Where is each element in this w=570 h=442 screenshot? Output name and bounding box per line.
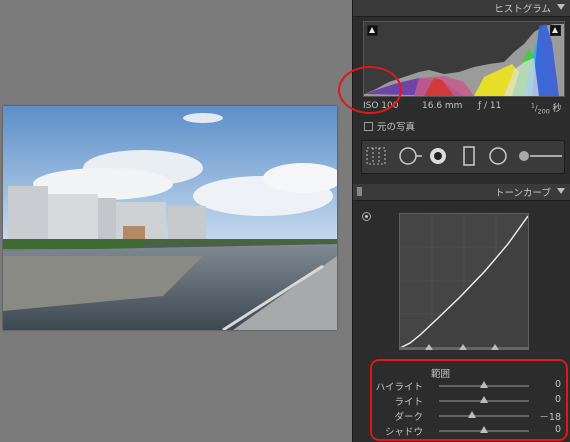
highlight-clipping-toggle[interactable] xyxy=(550,25,561,36)
range-highlight-annotation xyxy=(370,359,568,441)
clipping-triangle-icon xyxy=(369,27,375,33)
photo-preview[interactable] xyxy=(3,106,337,330)
tone-curve-panel-header[interactable]: トーンカーブ xyxy=(353,184,570,201)
shutter-numerator: 1 xyxy=(531,102,535,110)
shutter-denominator: 200 xyxy=(537,107,550,116)
panel-switch-icon[interactable] xyxy=(357,187,362,196)
aperture-value: ƒ / 11 xyxy=(478,101,502,111)
split-point-mid-handle[interactable] xyxy=(459,344,467,350)
tool-strip xyxy=(361,140,565,174)
original-photo-checkbox[interactable] xyxy=(364,122,373,131)
original-photo-label: 元の写真 xyxy=(377,122,416,133)
shutter-value: 1/200 秒 xyxy=(531,102,562,116)
crop-overlay-icon[interactable] xyxy=(366,147,386,165)
shadow-clipping-toggle[interactable] xyxy=(367,25,378,36)
histogram-title: ヒストグラム xyxy=(494,4,551,15)
histogram-panel-header[interactable]: ヒストグラム xyxy=(353,0,570,17)
clipping-triangle-icon xyxy=(552,27,558,33)
panel-collapse-icon[interactable] xyxy=(557,4,565,10)
red-eye-icon[interactable] xyxy=(428,146,448,166)
target-adjust-icon[interactable] xyxy=(362,212,371,221)
focal-length-value: 16.6 mm xyxy=(422,101,463,111)
panel-collapse-icon[interactable] xyxy=(557,188,565,194)
radial-filter-icon[interactable] xyxy=(488,146,508,166)
split-point-shadow-handle[interactable] xyxy=(425,344,433,350)
tone-curve-graph[interactable] xyxy=(399,213,529,349)
shutter-unit: 秒 xyxy=(552,104,562,114)
iso-highlight-annotation xyxy=(338,66,402,114)
adjustment-brush-icon[interactable] xyxy=(518,149,562,163)
split-point-highlight-handle[interactable] xyxy=(491,344,499,350)
graduated-filter-icon[interactable] xyxy=(463,146,475,166)
spot-removal-icon[interactable] xyxy=(398,146,424,166)
tone-curve-title: トーンカーブ xyxy=(495,188,551,199)
